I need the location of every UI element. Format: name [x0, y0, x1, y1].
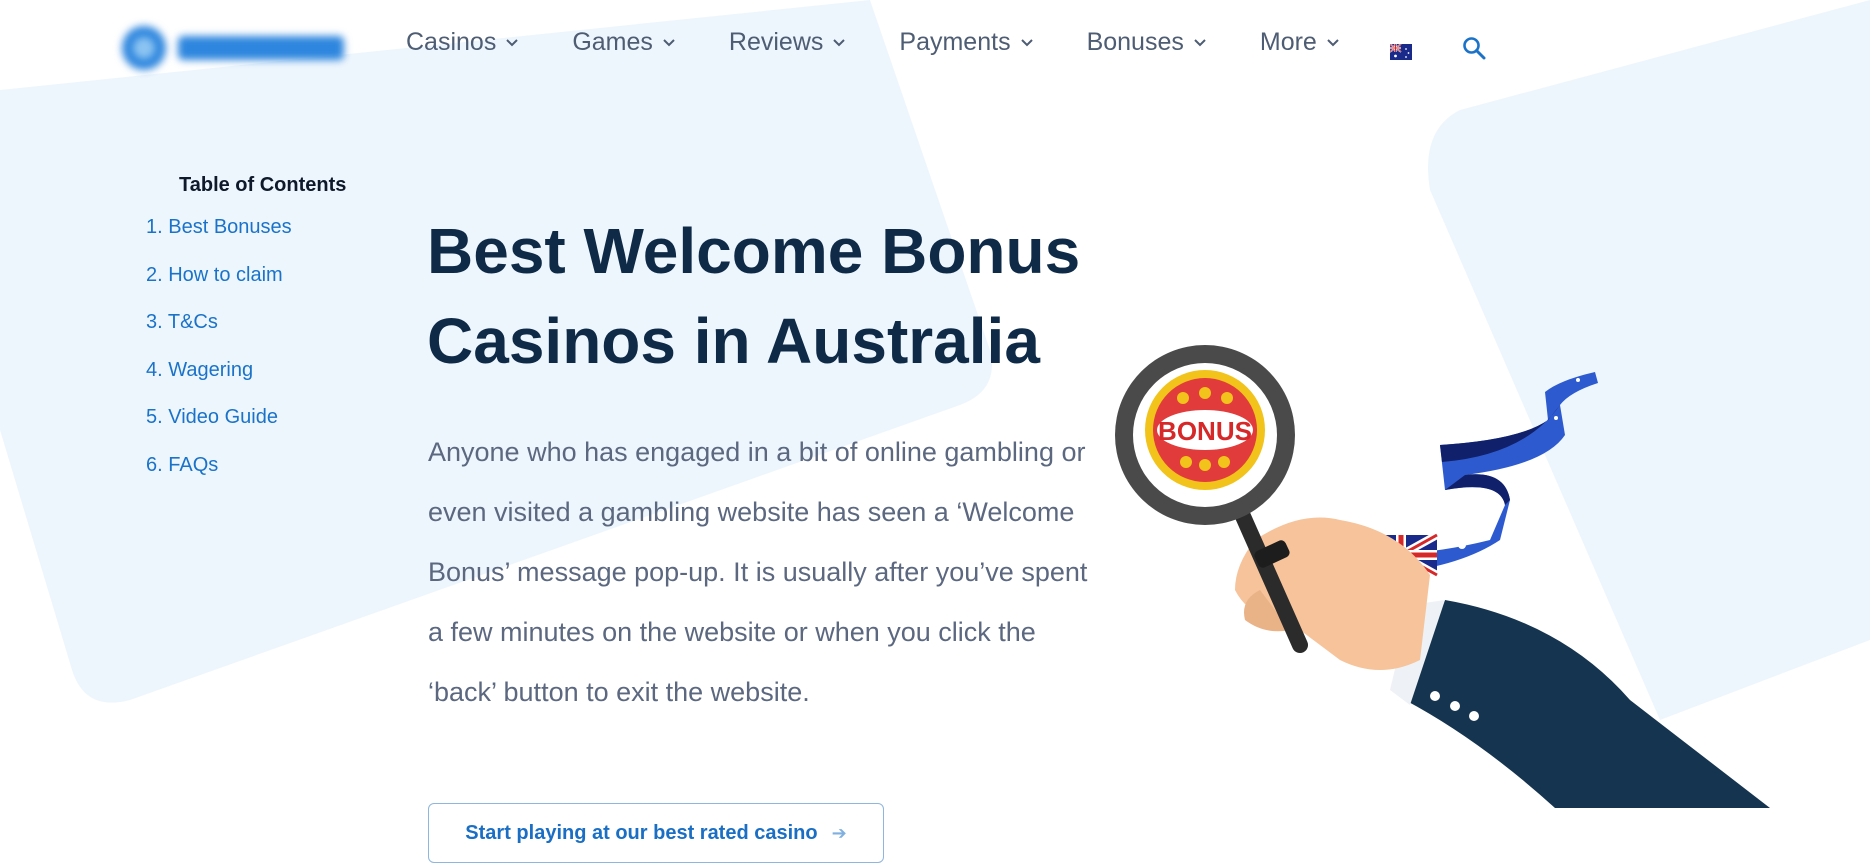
- nav-payments-label: Payments: [899, 28, 1011, 56]
- arrow-right-icon: ➔: [831, 822, 847, 843]
- nav-games-label: Games: [572, 28, 653, 56]
- site-logo[interactable]: [120, 20, 350, 76]
- toc-item-video-guide[interactable]: 5. Video Guide: [146, 401, 346, 449]
- nav-casinos-label: Casinos: [406, 28, 497, 56]
- page-title: Best Welcome Bonus Casinos in Australia: [427, 215, 1081, 377]
- chevron-down-icon: [663, 38, 675, 46]
- hero-illustration: BONUS: [1115, 345, 1770, 808]
- toc-title: Table of Contents: [179, 174, 347, 196]
- toc-item-faqs[interactable]: 6. FAQs: [146, 449, 346, 497]
- table-of-contents: Table of Contents 1. Best Bonuses 2. How…: [146, 174, 346, 497]
- intro-paragraph: Anyone who has engaged in a bit of onlin…: [428, 437, 1088, 707]
- nav-casinos[interactable]: Casinos: [406, 28, 519, 57]
- start-playing-button-label: Start playing at our best rated casino: [465, 821, 818, 844]
- toc-item-wagering[interactable]: 4. Wagering: [146, 354, 346, 402]
- nav-reviews-label: Reviews: [728, 28, 824, 56]
- nav-bonuses[interactable]: Bonuses: [1087, 28, 1206, 57]
- chevron-down-icon: [1327, 38, 1339, 46]
- nav-more[interactable]: More: [1260, 28, 1339, 57]
- toc-item-best-bonuses[interactable]: 1. Best Bonuses: [146, 211, 346, 259]
- toc-item-tcs[interactable]: 3. T&Cs: [146, 306, 346, 354]
- nav-more-label: More: [1259, 28, 1317, 56]
- search-icon[interactable]: [1462, 36, 1486, 60]
- toc-list: 1. Best Bonuses 2. How to claim 3. T&Cs …: [146, 211, 346, 497]
- nav-bonuses-label: Bonuses: [1086, 28, 1184, 56]
- toc-item-how-to-claim[interactable]: 2. How to claim: [146, 259, 346, 307]
- chevron-down-icon: [1194, 38, 1206, 46]
- site-header: Casinos Games Reviews Payments Bonuses M…: [0, 0, 1870, 100]
- chevron-down-icon: [833, 38, 846, 46]
- start-playing-button[interactable]: Start playing at our best rated casino ➔: [428, 803, 884, 863]
- nav-payments[interactable]: Payments: [899, 28, 1033, 57]
- bonus-badge-text: BONUS: [1158, 416, 1252, 446]
- nav-games[interactable]: Games: [572, 28, 675, 57]
- main-nav: Casinos Games Reviews Payments Bonuses M…: [406, 28, 1393, 57]
- australia-flag-icon[interactable]: [1390, 44, 1412, 60]
- chevron-down-icon: [1020, 38, 1033, 46]
- nav-reviews[interactable]: Reviews: [728, 28, 846, 57]
- chevron-down-icon: [506, 38, 519, 46]
